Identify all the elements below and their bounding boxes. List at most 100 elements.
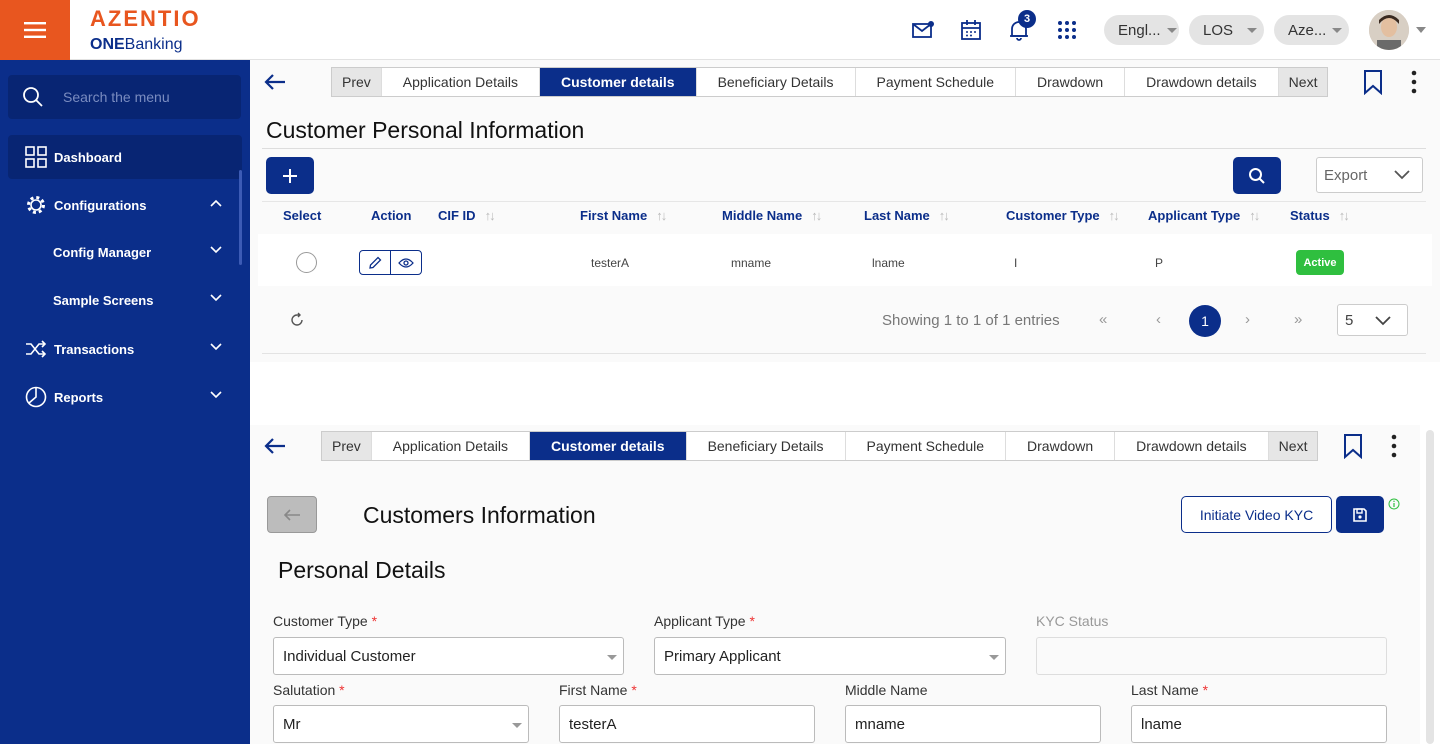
edit-button[interactable] — [360, 251, 391, 274]
page-size-select[interactable]: 5 — [1337, 304, 1408, 336]
form-title: Customers Information — [363, 502, 596, 528]
plus-icon — [283, 168, 297, 183]
column-header-first-name[interactable]: First Name ↑↓ — [580, 208, 667, 223]
tab-prev[interactable]: Prev — [322, 432, 372, 460]
info-icon[interactable] — [1388, 498, 1400, 510]
applicant-type-select[interactable]: Primary Applicant — [654, 637, 1006, 675]
save-button[interactable] — [1336, 496, 1384, 533]
tab-customer-details[interactable]: Customer details — [539, 68, 697, 96]
tab-beneficiary-details[interactable]: Beneficiary Details — [697, 68, 856, 96]
sort-icon: ↑↓ — [811, 208, 822, 223]
sidebar-item-dashboard[interactable]: Dashboard — [8, 135, 242, 179]
more-vert-icon[interactable] — [1390, 434, 1398, 458]
tab-strip: Prev Application Details Customer detail… — [321, 431, 1319, 461]
bookmark-icon[interactable] — [1362, 69, 1384, 95]
tab-prev[interactable]: Prev — [332, 68, 382, 96]
sidebar-item-label: Reports — [54, 389, 104, 405]
salutation-select[interactable]: Mr — [273, 705, 529, 743]
page-number-button[interactable]: 1 — [1189, 305, 1221, 337]
sidebar-item-transactions[interactable]: Transactions — [8, 327, 242, 371]
tab-next[interactable]: Next — [1268, 432, 1318, 460]
row-select-radio[interactable] — [296, 252, 317, 273]
tab-beneficiary-details[interactable]: Beneficiary Details — [687, 432, 846, 460]
export-dropdown[interactable]: Export — [1316, 157, 1423, 193]
profile-chevron-icon[interactable] — [1416, 27, 1426, 33]
chevron-down-icon — [1247, 27, 1258, 33]
tab-application-details[interactable]: Application Details — [372, 432, 530, 460]
product-name: ONEBanking — [90, 36, 183, 53]
last-name-input[interactable]: lname — [1131, 705, 1387, 743]
eye-icon — [398, 257, 414, 268]
kyc-status-label: KYC Status — [1036, 613, 1109, 629]
middle-name-input[interactable]: mname — [845, 705, 1101, 743]
sidebar-item-configurations[interactable]: Configurations — [8, 183, 242, 227]
column-header-select: Select — [283, 208, 322, 223]
initiate-video-kyc-button[interactable]: Initiate Video KYC — [1181, 496, 1332, 533]
language-select[interactable]: Engl... — [1104, 15, 1179, 45]
column-header-applicant-type[interactable]: Applicant Type ↑↓ — [1148, 208, 1260, 223]
salutation-label: Salutation * — [273, 682, 345, 698]
sidebar-item-config-manager[interactable]: Config Manager — [8, 230, 242, 274]
customer-list-panel — [250, 60, 1440, 362]
tab-drawdown[interactable]: Drawdown — [1006, 432, 1116, 460]
sidebar-search[interactable]: Search the menu — [8, 75, 241, 119]
column-header-middle-name[interactable]: Middle Name ↑↓ — [722, 208, 822, 223]
chevron-down-icon — [1394, 170, 1410, 180]
add-button[interactable] — [266, 157, 314, 194]
entity-select[interactable]: Aze... — [1274, 15, 1349, 45]
save-icon — [1353, 507, 1367, 522]
tab-drawdown[interactable]: Drawdown — [1016, 68, 1126, 96]
notification-badge: 3 — [1018, 10, 1036, 28]
tab-customer-details[interactable]: Customer details — [529, 432, 687, 460]
tab-payment-schedule[interactable]: Payment Schedule — [856, 68, 1017, 96]
brand-logo: AZENTIO — [90, 6, 201, 31]
hamburger-menu-button[interactable] — [0, 0, 70, 60]
first-name-input[interactable]: testerA — [559, 705, 815, 743]
last-page-button[interactable]: » — [1294, 311, 1302, 328]
kyc-status-field — [1036, 637, 1387, 675]
chevron-down-icon — [1166, 27, 1177, 33]
chevron-down-icon — [1332, 27, 1343, 33]
apps-grid-icon[interactable] — [1055, 18, 1079, 42]
back-arrow-icon[interactable] — [263, 434, 287, 458]
tab-next[interactable]: Next — [1278, 68, 1328, 96]
form-back-button[interactable] — [267, 496, 317, 533]
sidebar-scrollbar[interactable] — [239, 170, 242, 265]
divider — [262, 201, 1426, 202]
first-page-button[interactable]: « — [1099, 311, 1107, 328]
refresh-icon[interactable] — [289, 312, 305, 328]
sidebar-item-sample-screens[interactable]: Sample Screens — [8, 278, 242, 322]
chevron-down-icon — [210, 343, 222, 351]
sidebar-item-reports[interactable]: Reports — [8, 375, 242, 419]
mail-icon[interactable] — [911, 18, 935, 42]
column-header-cif-id[interactable]: CIF ID ↑↓ — [438, 208, 496, 223]
sidebar-item-label: Configurations — [54, 197, 147, 213]
module-select[interactable]: LOS — [1189, 15, 1264, 45]
back-arrow-icon[interactable] — [263, 70, 287, 94]
tab-drawdown-details[interactable]: Drawdown details — [1125, 68, 1279, 96]
search-icon — [23, 87, 43, 107]
search-button[interactable] — [1233, 157, 1281, 194]
tab-application-details[interactable]: Application Details — [382, 68, 540, 96]
column-header-last-name[interactable]: Last Name ↑↓ — [864, 208, 950, 223]
customer-type-select[interactable]: Individual Customer — [273, 637, 624, 675]
top-bar: AZENTIO ONEBanking 3 Engl... LOS Aze... — [0, 0, 1440, 60]
sidebar-item-label: Config Manager — [53, 244, 152, 260]
column-header-customer-type[interactable]: Customer Type ↑↓ — [1006, 208, 1120, 223]
divider — [262, 353, 1426, 354]
avatar[interactable] — [1369, 10, 1409, 50]
view-button[interactable] — [391, 251, 421, 274]
cell-first-name: testerA — [591, 256, 630, 270]
main-scrollbar[interactable] — [1426, 430, 1434, 744]
more-vert-icon[interactable] — [1410, 70, 1418, 94]
last-name-label: Last Name * — [1131, 682, 1209, 698]
prev-page-button[interactable]: ‹ — [1156, 311, 1161, 328]
bookmark-icon[interactable] — [1342, 433, 1364, 459]
tab-payment-schedule[interactable]: Payment Schedule — [846, 432, 1007, 460]
status-badge: Active — [1296, 250, 1344, 275]
column-header-status[interactable]: Status ↑↓ — [1290, 208, 1350, 223]
next-page-button[interactable]: › — [1245, 311, 1250, 328]
tab-drawdown-details[interactable]: Drawdown details — [1115, 432, 1269, 460]
row-actions — [359, 250, 422, 275]
calendar-icon[interactable] — [959, 18, 983, 42]
